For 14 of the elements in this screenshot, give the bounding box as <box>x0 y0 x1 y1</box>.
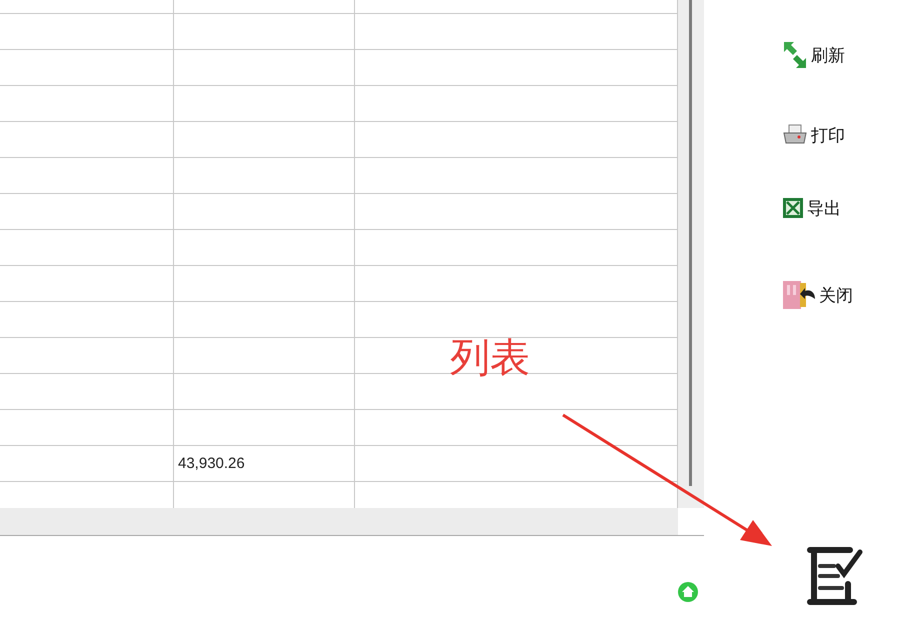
toolbar-button[interactable]: 关闭 <box>782 278 853 312</box>
table-cell: 43,930.26 <box>174 446 355 482</box>
spreadsheet-icon <box>782 197 804 219</box>
printer-icon <box>782 124 808 146</box>
toolbar-button[interactable]: 打印 <box>782 118 845 152</box>
horizontal-scrollbar[interactable] <box>0 508 678 535</box>
toolbar-button[interactable]: 导出 <box>782 191 841 225</box>
scrollbar-thumb[interactable] <box>689 0 692 486</box>
toolbar-button[interactable]: 刷新 <box>782 38 845 72</box>
door-exit-icon <box>782 279 816 311</box>
scrollbar-corner <box>678 508 704 535</box>
refresh-icon <box>782 40 808 70</box>
annotation-label: 列表 <box>450 334 530 383</box>
house-icon[interactable] <box>676 580 700 604</box>
